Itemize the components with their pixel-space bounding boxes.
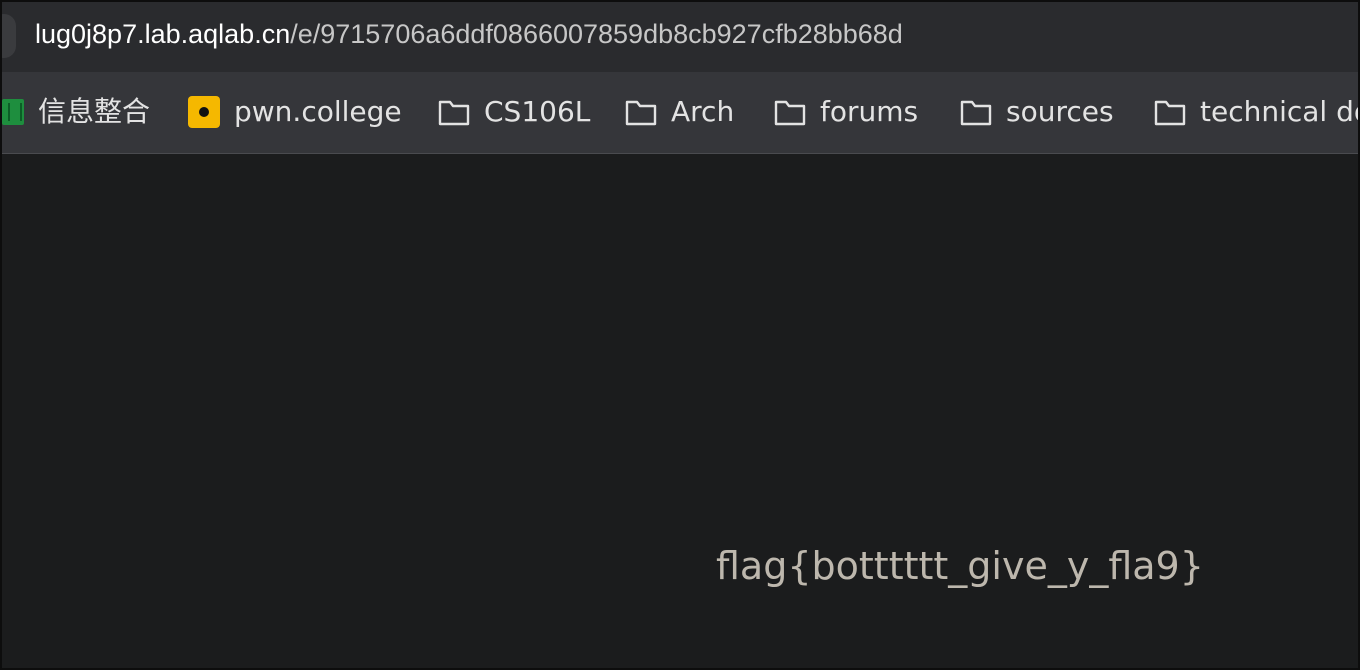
url-path: /e/9715706a6ddf0866007859db8cb927cfb28bb… [290, 19, 903, 49]
bookmark-label: pwn.college [234, 95, 402, 128]
bookmark-folder-sources[interactable]: sources [960, 90, 1114, 134]
bookmark-info-integration[interactable]: 信息整合 [2, 90, 151, 134]
folder-icon [625, 100, 657, 126]
bookmark-folder-cs106l[interactable]: CS106L [438, 90, 590, 134]
address-bar-cap [2, 14, 16, 58]
url-text[interactable]: lug0j8p7.lab.aqlab.cn/e/9715706a6ddf0866… [35, 16, 903, 52]
folder-icon [1154, 100, 1186, 126]
pwn-college-icon [188, 96, 220, 128]
browser-window: lug0j8p7.lab.aqlab.cn/e/9715706a6ddf0866… [0, 0, 1360, 670]
bookmark-label: 信息整合 [38, 95, 151, 128]
bookmark-label: sources [1006, 95, 1114, 128]
bookmark-folder-forums[interactable]: forums [774, 90, 918, 134]
folder-icon [438, 100, 470, 126]
folder-icon [774, 100, 806, 126]
bookmark-pwn-college[interactable]: pwn.college [188, 90, 402, 134]
page-content: flag{botttttt_give_y_fla9} [2, 154, 1358, 668]
bookmark-label: CS106L [484, 95, 591, 128]
folder-icon [960, 100, 992, 126]
bookmarks-bar: 信息整合 pwn.college CS106L Arch forums sour… [2, 72, 1360, 154]
url-host: lug0j8p7.lab.aqlab.cn [35, 19, 291, 49]
bookmark-label: forums [820, 95, 919, 128]
address-bar[interactable]: lug0j8p7.lab.aqlab.cn/e/9715706a6ddf0866… [2, 2, 1358, 72]
spreadsheet-icon [2, 99, 24, 125]
bookmark-folder-technical-docs[interactable]: technical do [1154, 90, 1360, 134]
bookmark-folder-arch[interactable]: Arch [625, 90, 734, 134]
bookmark-label: technical do [1200, 95, 1360, 128]
bookmark-label: Arch [671, 95, 735, 128]
flag-text: flag{botttttt_give_y_fla9} [716, 544, 1204, 588]
